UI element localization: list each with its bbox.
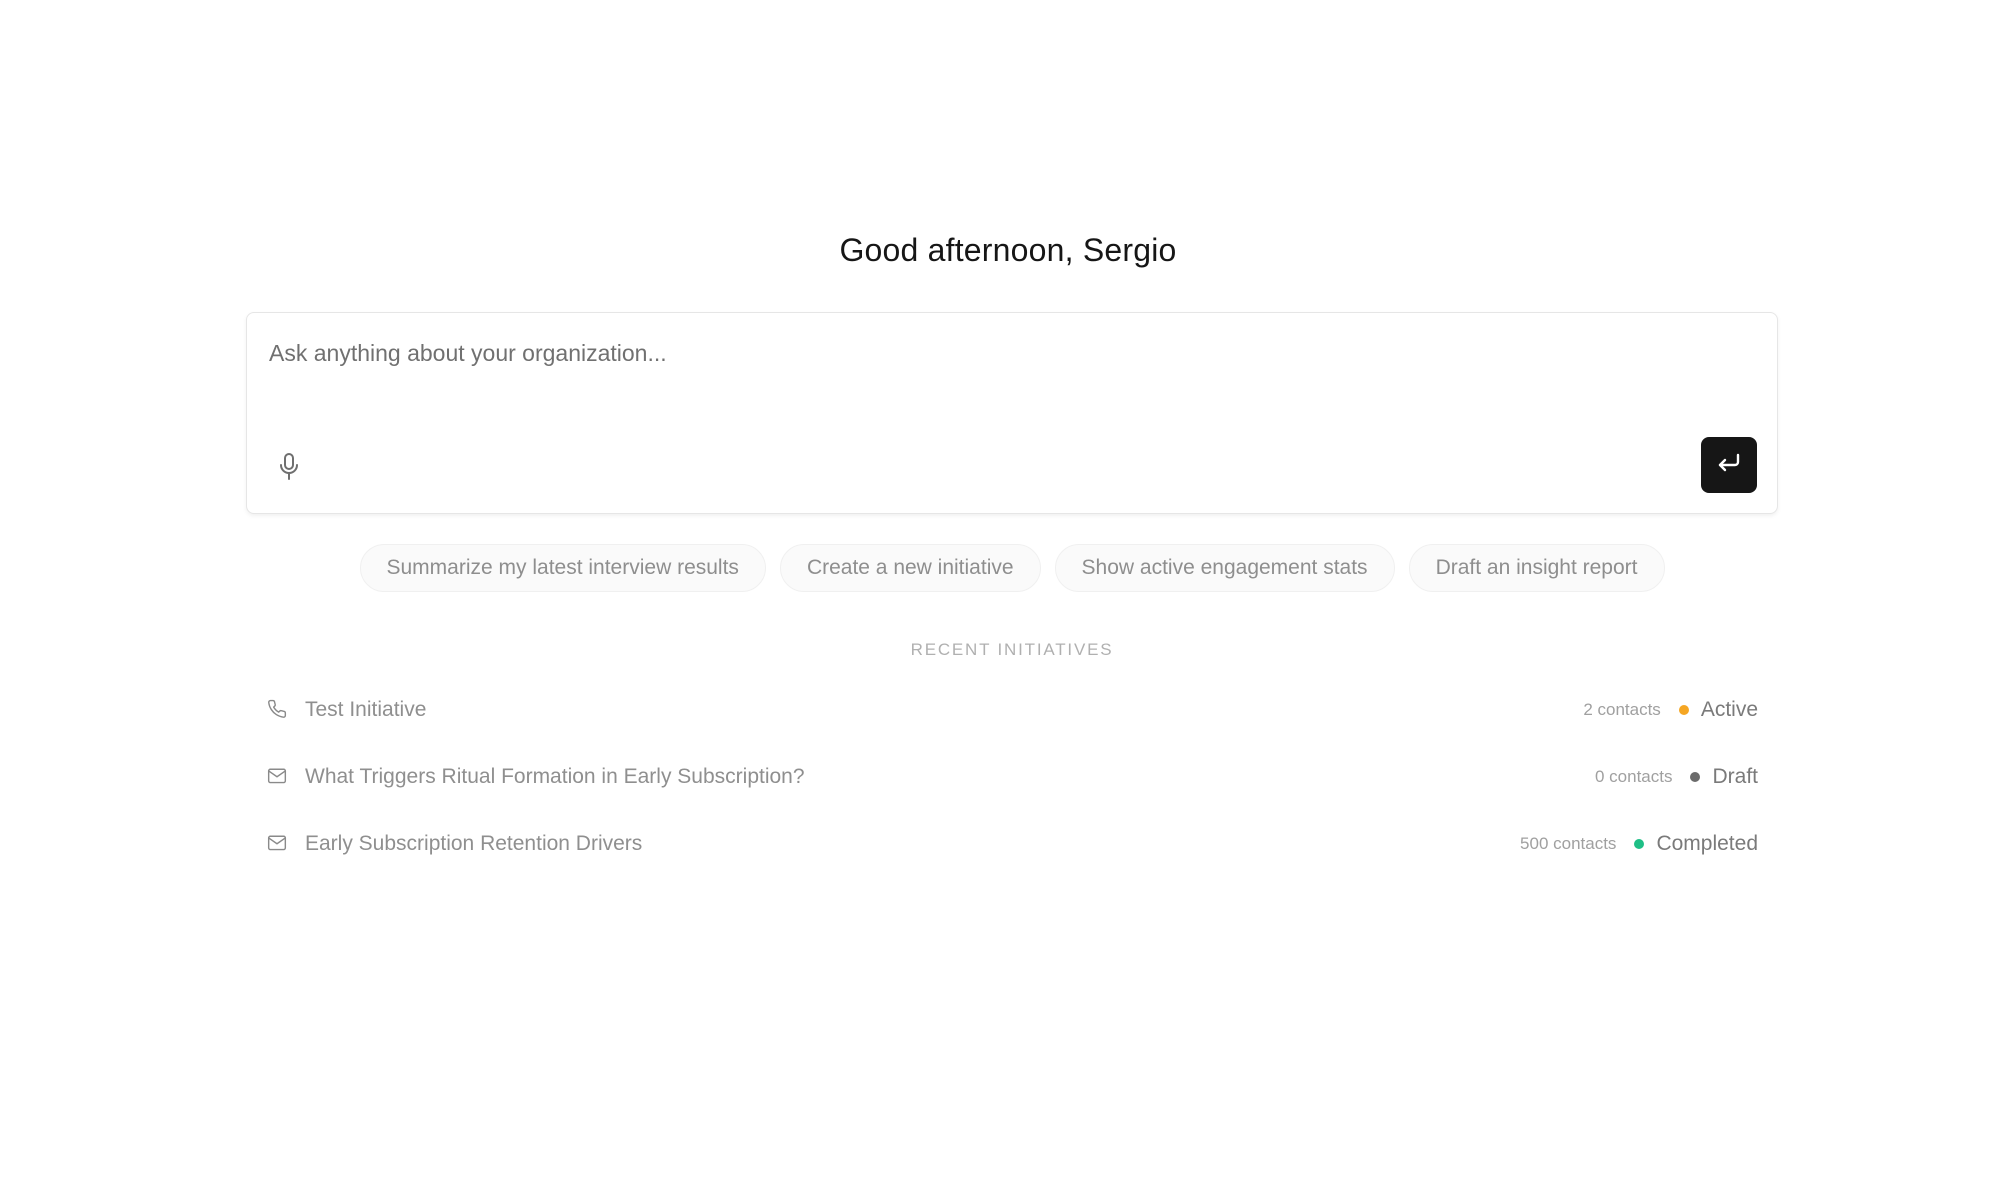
status-dot-active	[1678, 704, 1689, 715]
initiative-meta: 0 contacts Draft	[1595, 765, 1758, 789]
initiative-contacts-count: 0 contacts	[1594, 766, 1673, 786]
initiative-row[interactable]: Early Subscription Retention Drivers 500…	[246, 810, 1778, 877]
phone-icon	[266, 697, 288, 719]
greeting-heading: Good afternoon, Sergio	[839, 232, 1177, 268]
status-dot-draft	[1690, 771, 1701, 782]
initiative-contacts-count: 500 contacts	[1520, 833, 1617, 853]
initiative-row[interactable]: What Triggers Ritual Formation in Early …	[246, 743, 1778, 810]
suggestion-chip-insight-report[interactable]: Draft an insight report	[1408, 544, 1665, 592]
suggestion-chip-engagement-stats[interactable]: Show active engagement stats	[1054, 544, 1395, 592]
initiative-contacts-count: 2 contacts	[1583, 699, 1661, 719]
home-page: Good afternoon, Sergio Summarize my lat	[0, 0, 1995, 1180]
microphone-button[interactable]	[273, 451, 305, 487]
recent-initiatives-title: RECENT INITIATIVES	[910, 640, 1114, 659]
initiative-title: Early Subscription Retention Drivers	[305, 831, 643, 855]
enter-return-icon	[1716, 452, 1742, 479]
initiative-title: Test Initiative	[305, 697, 427, 721]
suggestion-chip-create-initiative[interactable]: Create a new initiative	[779, 544, 1041, 592]
ask-input[interactable]	[267, 327, 1751, 379]
initiative-title: What Triggers Ritual Formation in Early …	[305, 764, 805, 788]
initiative-status: Completed	[1656, 831, 1758, 855]
initiative-status: Active	[1700, 697, 1758, 721]
mail-icon	[266, 764, 288, 786]
send-button[interactable]	[1701, 437, 1757, 493]
suggestion-chips: Summarize my latest interview results Cr…	[0, 544, 1995, 592]
mail-icon	[266, 831, 288, 853]
status-dot-completed	[1634, 838, 1645, 849]
prompt-box	[246, 312, 1778, 514]
microphone-icon	[278, 452, 300, 487]
suggestion-chip-summarize[interactable]: Summarize my latest interview results	[359, 544, 766, 592]
recent-initiatives-list: Test Initiative 2 contacts Active What T…	[246, 676, 1778, 877]
initiative-status: Draft	[1712, 764, 1758, 788]
initiative-row[interactable]: Test Initiative 2 contacts Active	[246, 676, 1778, 743]
initiative-meta: 2 contacts Active	[1583, 698, 1758, 722]
initiative-meta: 500 contacts Completed	[1520, 832, 1758, 856]
